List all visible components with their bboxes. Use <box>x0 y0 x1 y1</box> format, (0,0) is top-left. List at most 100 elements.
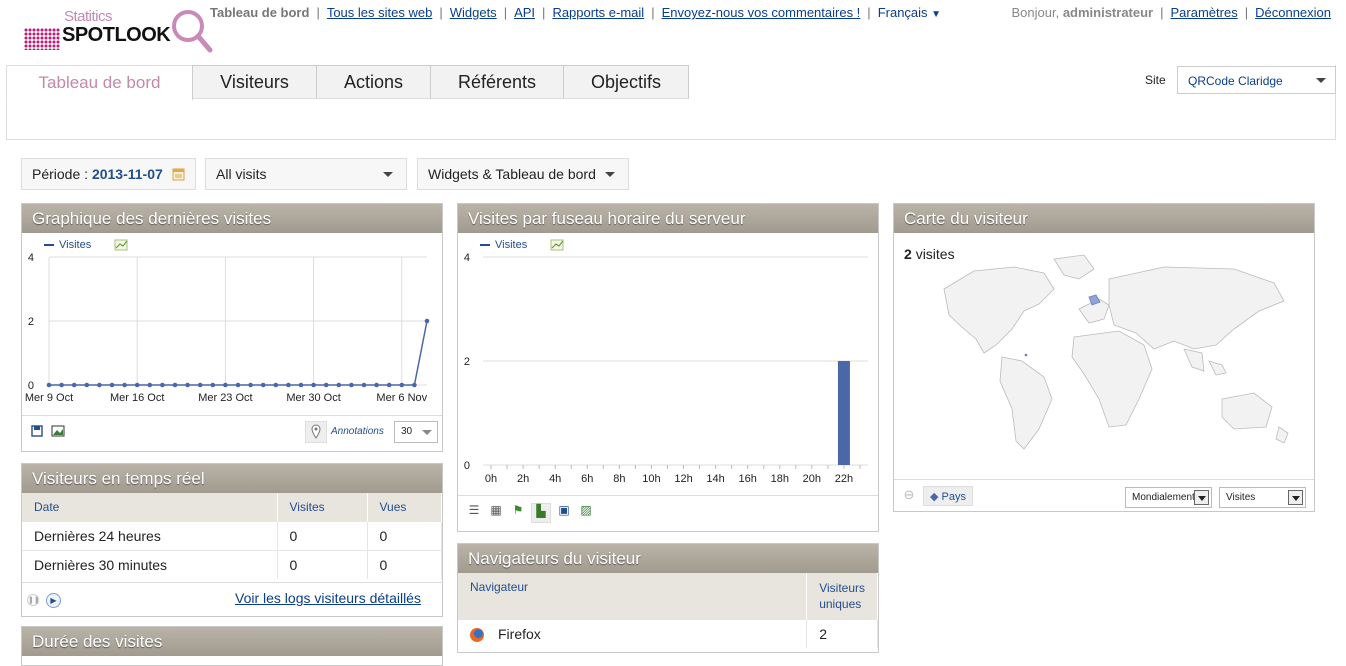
column-header-unique-visitors[interactable]: Visiteurs uniques <box>806 573 878 620</box>
tab-actions[interactable]: Actions <box>316 65 431 99</box>
widget-title[interactable]: Navigateurs du visiteur <box>458 544 878 573</box>
x-tick-label: 20h <box>803 473 821 485</box>
table-row: Dernières 30 minutes 0 0 <box>22 550 442 579</box>
logo-wordmark: SPOTLOOK <box>62 24 171 46</box>
play-icon[interactable]: ▶ <box>46 593 61 608</box>
tab-dashboard[interactable]: Tableau de bord <box>6 65 193 101</box>
username: administrateur <box>1062 5 1154 20</box>
data-point <box>374 382 379 388</box>
period-limit-select[interactable]: 30 <box>394 421 438 443</box>
country-mode-icon: ◆ <box>930 491 939 503</box>
period-selector[interactable]: Période : 2013-11-07 <box>21 158 196 190</box>
language-selector[interactable]: Français ▼ <box>878 5 941 20</box>
table-cell: Firefox <box>458 619 808 649</box>
data-point <box>412 382 417 388</box>
data-point <box>122 382 127 388</box>
table-cell: 0 <box>277 550 368 579</box>
tab-goals[interactable]: Objectifs <box>563 65 689 99</box>
table-row: Dernières 24 heures 0 0 <box>22 521 442 551</box>
chevron-down-icon: ▼ <box>931 9 942 20</box>
image-export-icon[interactable] <box>51 425 65 437</box>
image-export-icon[interactable]: ▨ <box>577 503 595 521</box>
data-point <box>134 382 140 388</box>
nav-widgets[interactable]: Widgets <box>450 5 497 20</box>
nav-api[interactable]: API <box>514 5 535 20</box>
data-point <box>71 382 77 388</box>
tab-visitors[interactable]: Visiteurs <box>192 65 317 99</box>
country-mode-label: Pays <box>941 491 966 503</box>
dashboard-menu-label: Widgets & Tableau de bord <box>428 166 596 182</box>
column-header-visits[interactable]: Visites <box>277 493 368 522</box>
firefox-icon <box>470 628 484 643</box>
export-icon[interactable]: ▣ <box>555 503 573 521</box>
world-map[interactable] <box>904 249 1304 459</box>
widget-title[interactable]: Graphique des dernières visites <box>22 204 442 233</box>
visualization-toolbar: ☰ ▦ ⚑ ▙ ▣ ▨ <box>465 503 595 523</box>
widget-visitor-map: Carte du visiteur 2 visites ⊖ ◆ Pays Mon… <box>893 203 1315 512</box>
export-icon[interactable] <box>31 425 43 437</box>
country-mode-button[interactable]: ◆ Pays <box>923 486 973 506</box>
widget-visitor-browsers: Navigateurs du visiteur Navigateur Visit… <box>457 543 879 653</box>
data-point <box>235 382 241 388</box>
map-metric-select[interactable]: Visites <box>1219 487 1306 508</box>
data-point <box>197 382 203 388</box>
widget-title[interactable]: Durée des visites <box>22 627 442 656</box>
widget-title[interactable]: Visites par fuseau horaire du serveur <box>458 204 878 233</box>
data-point <box>210 382 216 388</box>
data-point <box>386 382 392 388</box>
zoom-out-icon[interactable]: ⊖ <box>900 487 918 505</box>
dashboard-menu[interactable]: Widgets & Tableau de bord <box>417 158 629 190</box>
site-value: QRCode Claridge <box>1188 74 1283 88</box>
logo-dots-icon <box>24 28 60 50</box>
data-point <box>185 382 190 388</box>
map-scope-value: Mondialement <box>1132 492 1195 503</box>
x-tick-label: 22h <box>835 473 853 485</box>
annotations-link[interactable]: Annotations <box>331 426 384 437</box>
x-tick-label: Mer 16 Oct <box>110 392 164 404</box>
top-navigation: Tableau de bord | Tous les sites web | Widge… <box>210 5 942 20</box>
widget-title[interactable]: Carte du visiteur <box>894 204 1314 233</box>
segment-value: All visits <box>216 166 267 182</box>
nav-feedback[interactable]: Envoyez-nous vos commentaires ! <box>662 5 861 20</box>
x-tick-label: 12h <box>674 473 692 485</box>
table-cell: Dernières 24 heures <box>22 521 278 551</box>
widget-title[interactable]: Visiteurs en temps réel <box>22 464 442 493</box>
settings-link[interactable]: Paramètres <box>1171 5 1238 20</box>
y-tick-label: 4 <box>28 252 34 264</box>
logo-subtitle: Statitics <box>64 8 113 25</box>
data-point <box>399 382 405 388</box>
table-cell: 2 <box>806 619 878 649</box>
logout-link[interactable]: Déconnexion <box>1255 5 1331 20</box>
table-row: Firefox 2 <box>458 619 878 649</box>
x-tick-label: 6h <box>581 473 593 485</box>
tab-referrers[interactable]: Référents <box>430 65 564 99</box>
table-cell: 0 <box>367 521 442 551</box>
widget-footer-divider <box>458 495 878 496</box>
segment-selector[interactable]: All visits <box>205 158 407 190</box>
series-line-visites <box>49 320 428 386</box>
nav-current: Tableau de bord <box>210 5 310 20</box>
data-point <box>97 382 102 388</box>
table-more-view-icon[interactable]: ▦ <box>487 503 505 521</box>
pause-icon[interactable]: ❚❚ <box>27 594 40 606</box>
data-point <box>273 382 279 388</box>
column-header-views[interactable]: Vues <box>367 493 442 522</box>
chevron-down-icon <box>605 172 615 177</box>
nav-email-reports[interactable]: Rapports e-mail <box>552 5 644 20</box>
table-cell: 0 <box>367 550 442 579</box>
logo[interactable]: Statitics SPOTLOOK <box>22 6 213 56</box>
data-point <box>349 382 354 388</box>
widget-visit-duration: Durée des visites <box>21 626 443 666</box>
goals-view-icon[interactable]: ⚑ <box>509 503 527 521</box>
chevron-down-icon <box>1194 490 1209 505</box>
nav-all-websites[interactable]: Tous les sites web <box>327 5 433 20</box>
bar-chart-view-icon[interactable]: ▙ <box>531 503 551 523</box>
visitor-log-link[interactable]: Voir les logs visiteurs détaillés <box>235 590 421 606</box>
table-cell: Dernières 30 minutes <box>22 550 278 579</box>
column-header-browser[interactable]: Navigateur <box>458 573 808 620</box>
annotations-icon[interactable] <box>305 421 327 443</box>
map-scope-select[interactable]: Mondialement <box>1125 487 1212 508</box>
table-view-icon[interactable]: ☰ <box>465 503 483 521</box>
column-header-date[interactable]: Date <box>22 493 278 522</box>
site-selector[interactable]: QRCode Claridge <box>1177 66 1336 94</box>
